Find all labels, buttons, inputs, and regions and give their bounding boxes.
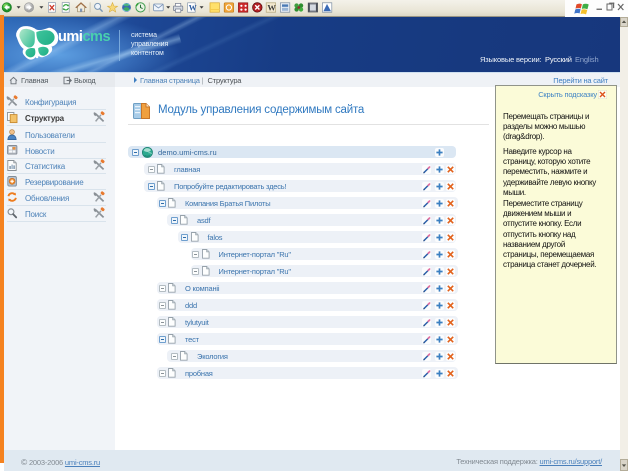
svg-text:W: W — [267, 3, 276, 13]
svg-text:W: W — [189, 3, 197, 12]
